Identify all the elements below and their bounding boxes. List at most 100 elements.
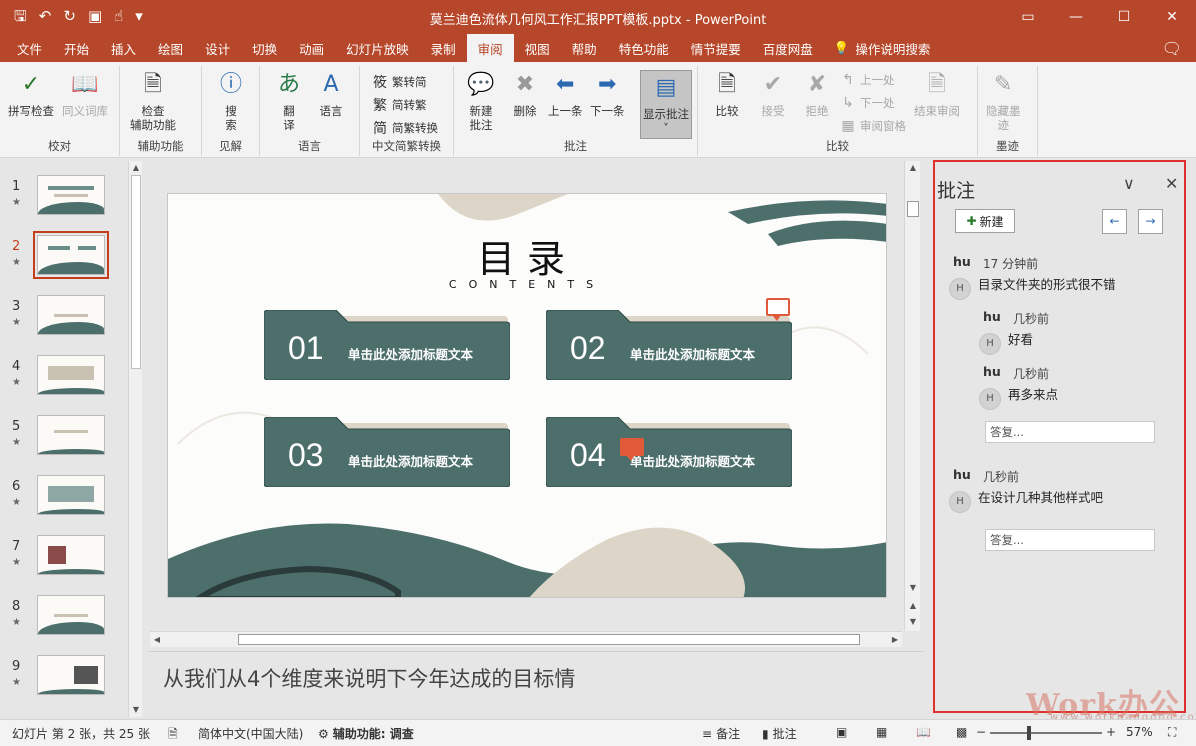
delete-comment-button[interactable]: ✖ 删除 <box>510 70 540 119</box>
accept-button[interactable]: ✔ 接受 <box>758 70 788 119</box>
notes-button[interactable]: ≡ 备注 <box>702 725 740 742</box>
scrollbar-thumb[interactable] <box>131 175 141 369</box>
reviewing-pane-button[interactable]: ▦ 审阅窗格 <box>840 118 906 134</box>
thumbnail-8[interactable]: 8 ★ <box>0 595 130 647</box>
thumbnail-5[interactable]: 5 ★ <box>0 415 130 467</box>
toc-card-3[interactable]: 03 单击此处添加标题文本 <box>264 417 510 487</box>
card-title[interactable]: 单击此处添加标题文本 <box>630 451 755 470</box>
smart-lookup-button[interactable]: ⓘ 搜 索 <box>216 70 246 133</box>
tab-baidu[interactable]: 百度网盘 <box>752 34 824 62</box>
spelling-button[interactable]: ✓ 拼写检查 <box>8 70 54 119</box>
reply-input[interactable]: 答复... <box>985 529 1155 551</box>
thumbnail-3[interactable]: 3 ★ <box>0 295 130 347</box>
minimize-icon[interactable]: — <box>1052 0 1100 34</box>
translate-button[interactable]: あ 翻 译 <box>274 70 304 133</box>
zoom-out-icon[interactable]: − <box>976 725 986 739</box>
thumbnails-scrollbar[interactable]: ▲ ▼ <box>128 161 142 717</box>
new-comment-button[interactable]: 💬 新建 批注 <box>466 70 496 133</box>
comment-text[interactable]: 目录文件夹的形式很不错 <box>978 274 1116 293</box>
editor-vertical-scrollbar[interactable]: ▲ ▼ ▲ ▼ <box>904 161 920 631</box>
tab-slideshow[interactable]: 幻灯片放映 <box>335 34 420 62</box>
comments-button[interactable]: ▮ 批注 <box>762 725 797 742</box>
toc-card-1[interactable]: 01 单击此处添加标题文本 <box>264 310 510 380</box>
spell-check-status[interactable]: 🗎 <box>168 725 178 746</box>
card-title[interactable]: 单击此处添加标题文本 <box>348 451 473 470</box>
slide-sorter-icon[interactable]: ▦ <box>876 725 887 739</box>
editor-horizontal-scrollbar[interactable]: ◀ ▶ <box>150 631 902 647</box>
previous-comment-button[interactable]: ⬅ 上一条 <box>548 70 583 119</box>
zoom-slider-thumb[interactable] <box>1027 726 1031 740</box>
toc-card-2[interactable]: 02 单击此处添加标题文本 <box>546 310 792 380</box>
new-comment-button[interactable]: ✚ 新建 <box>955 209 1015 233</box>
thumbnail-9[interactable]: 9 ★ <box>0 655 130 707</box>
close-icon[interactable]: ✕ <box>1148 0 1196 34</box>
zoom-in-icon[interactable]: + <box>1106 725 1116 739</box>
scrollbar-thumb[interactable] <box>907 201 919 217</box>
reply-input[interactable]: 答复... <box>985 421 1155 443</box>
scroll-left-icon[interactable]: ◀ <box>150 633 164 647</box>
tell-me-search[interactable]: 💡 操作说明搜索 <box>824 34 931 62</box>
tab-file[interactable]: 文件 <box>6 34 53 62</box>
compare-button[interactable]: 🗎 比较 <box>712 70 742 119</box>
comment-text[interactable]: 在设计几种其他样式吧 <box>978 487 1103 506</box>
previous-slide-icon[interactable]: ▲ <box>906 599 920 613</box>
tab-review[interactable]: 审阅 <box>466 34 514 62</box>
current-slide[interactable]: 目录 CONTENTS 01 单击此处添加标题文本 02 单击此处添加标题文本 … <box>167 193 887 598</box>
maximize-icon[interactable]: ☐ <box>1100 0 1148 34</box>
scroll-down-icon[interactable]: ▼ <box>129 703 143 717</box>
thumbnail-2[interactable]: 2 ★ <box>0 231 130 287</box>
next-comment-button[interactable]: ➡ 下一条 <box>590 70 625 119</box>
thesaurus-button[interactable]: 📖 同义词库 <box>62 70 108 119</box>
thumbnail-1[interactable]: 1 ★ <box>0 175 130 227</box>
simplified-to-traditional-button[interactable]: 繁 简转繁 <box>372 95 427 115</box>
tab-home[interactable]: 开始 <box>53 34 100 62</box>
notes-pane[interactable]: 从我们从4个维度来说明下今年达成的目标情 <box>148 651 924 718</box>
scrollbar-thumb[interactable] <box>238 634 860 645</box>
tab-animations[interactable]: 动画 <box>288 34 335 62</box>
thumbnail-7[interactable]: 7 ★ <box>0 535 130 587</box>
card-title[interactable]: 单击此处添加标题文本 <box>348 344 473 363</box>
close-icon[interactable]: ✕ <box>1165 174 1178 193</box>
check-accessibility-button[interactable]: 🗎 检查 辅助功能 <box>130 70 176 133</box>
accessibility-status[interactable]: ⚙ 辅助功能: 调查 <box>318 725 414 742</box>
next-slide-icon[interactable]: ▼ <box>906 615 920 629</box>
end-review-button[interactable]: 🗎 结束审阅 <box>914 70 960 119</box>
tab-design[interactable]: 设计 <box>194 34 241 62</box>
tab-transitions[interactable]: 切换 <box>241 34 288 62</box>
reject-button[interactable]: ✘ 拒绝 <box>802 70 832 119</box>
comment-marker-icon[interactable] <box>620 438 644 461</box>
tab-view[interactable]: 视图 <box>514 34 561 62</box>
tab-features[interactable]: 特色功能 <box>608 34 680 62</box>
scroll-right-icon[interactable]: ▶ <box>888 633 902 647</box>
tab-help[interactable]: 帮助 <box>561 34 608 62</box>
reply-text[interactable]: 再多来点 <box>1008 384 1058 403</box>
hide-ink-button[interactable]: ✎ 隐藏墨 迹 <box>986 70 1021 133</box>
ribbon-display-icon[interactable]: ▭ <box>1004 0 1052 34</box>
tab-draw[interactable]: 绘图 <box>147 34 194 62</box>
thumbnail-4[interactable]: 4 ★ <box>0 355 130 407</box>
language-button[interactable]: A 语言 <box>316 70 346 119</box>
tab-insert[interactable]: 插入 <box>100 34 147 62</box>
show-comments-button[interactable]: ▤ 显示批注 ˅ <box>640 70 692 139</box>
chevron-down-icon[interactable]: ∨ <box>1123 174 1135 193</box>
fit-to-window-icon[interactable]: ⛶ <box>1168 725 1176 740</box>
zoom-level[interactable]: 57% <box>1126 725 1153 739</box>
card-title[interactable]: 单击此处添加标题文本 <box>630 344 755 363</box>
scroll-up-icon[interactable]: ▲ <box>129 161 143 175</box>
scroll-down-icon[interactable]: ▼ <box>906 581 920 595</box>
scroll-up-icon[interactable]: ▲ <box>906 161 920 175</box>
traditional-to-simplified-button[interactable]: 筱 繁转简 <box>372 72 427 92</box>
normal-view-icon[interactable]: ▣ <box>836 725 847 739</box>
previous-comment-icon[interactable]: ← <box>1102 209 1127 234</box>
language-status[interactable]: 简体中文(中国大陆) <box>198 725 303 742</box>
comment-marker-icon[interactable] <box>766 298 790 321</box>
previous-change-button[interactable]: ↰ 上一处 <box>840 72 894 88</box>
notes-text[interactable]: 从我们从4个维度来说明下今年达成的目标情 <box>163 663 575 693</box>
thumbnail-6[interactable]: 6 ★ <box>0 475 130 527</box>
reading-view-icon[interactable]: 📖 <box>916 725 931 739</box>
slideshow-icon[interactable]: ▩ <box>956 725 967 739</box>
tab-record[interactable]: 录制 <box>420 34 467 62</box>
tab-storyboard[interactable]: 情节提要 <box>680 34 752 62</box>
slide-title[interactable]: 目录 <box>168 228 886 283</box>
chinese-convert-button[interactable]: 简 简繁转换 <box>372 118 438 138</box>
